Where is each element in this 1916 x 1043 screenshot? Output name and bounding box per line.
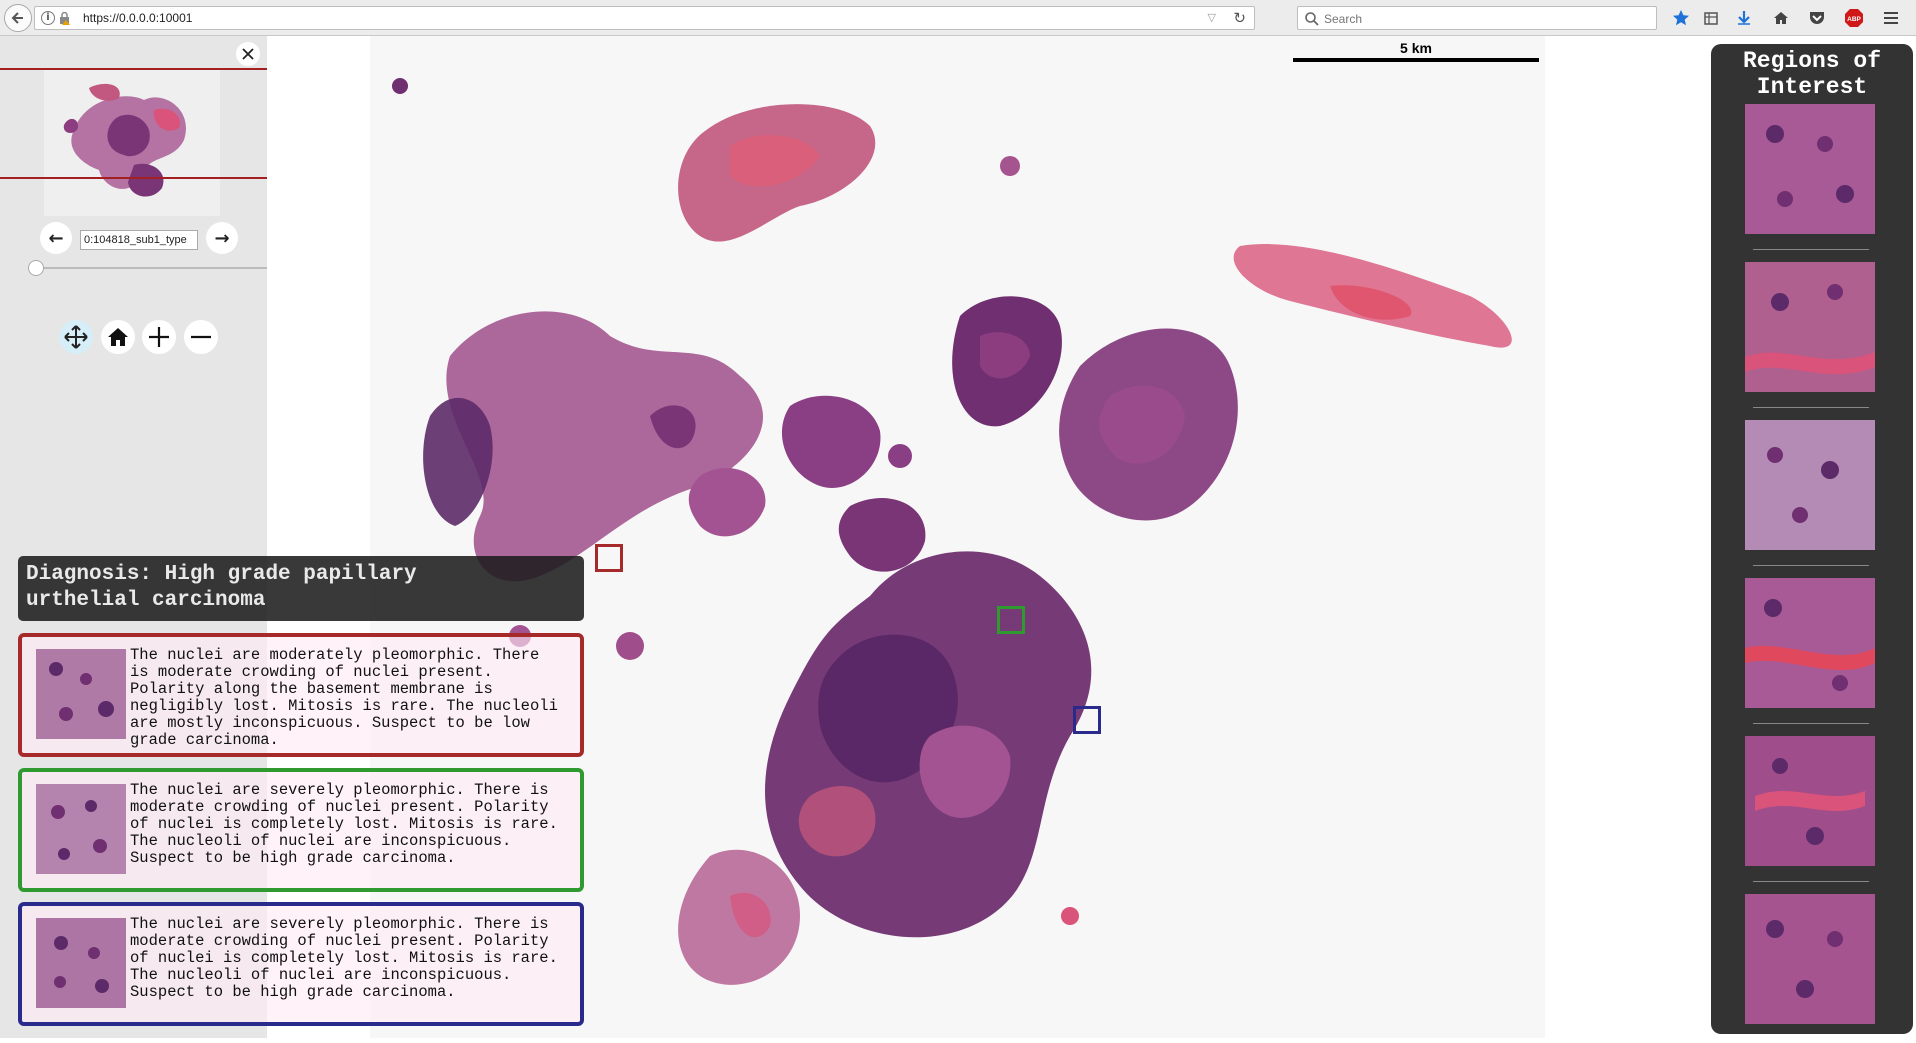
roi-thumbnail[interactable] <box>1745 104 1875 234</box>
zoom-out-button[interactable] <box>184 320 218 354</box>
reload-icon[interactable]: ↻ <box>1233 9 1246 27</box>
bookmark-star-icon[interactable] <box>1670 7 1692 29</box>
roi-thumbnail[interactable] <box>1745 420 1875 550</box>
zoom-slider-track[interactable] <box>34 267 270 269</box>
pocket-icon[interactable] <box>1806 7 1828 29</box>
roi-separator <box>1753 407 1869 408</box>
browser-toolbar: i https://0.0.0.0:10001 ▽ ↻ ABP <box>0 0 1916 36</box>
annotation-thumbnail <box>36 649 126 739</box>
next-slide-button[interactable]: → <box>206 222 238 254</box>
menu-icon[interactable] <box>1880 7 1902 29</box>
scale-line <box>1293 58 1539 62</box>
roi-separator <box>1753 723 1869 724</box>
url-dropdown-icon[interactable]: ▽ <box>1208 11 1216 24</box>
close-icon <box>242 48 254 60</box>
roi-thumbnail[interactable] <box>1745 736 1875 866</box>
annotation-thumbnail <box>36 918 126 1008</box>
roi-panel: Regions of Interest <box>1709 36 1916 1038</box>
annotation-card-green[interactable]: The nuclei are severely pleomorphic. The… <box>18 768 584 892</box>
prev-slide-button[interactable]: ← <box>40 222 72 254</box>
annotation-text: The nuclei are moderately pleomorphic. T… <box>130 646 558 749</box>
search-icon <box>1305 12 1319 26</box>
annotation-thumbnail <box>36 784 126 874</box>
search-input[interactable] <box>1324 10 1644 27</box>
insecure-lock-icon[interactable] <box>59 12 71 25</box>
close-navigator-button[interactable] <box>236 42 260 66</box>
download-icon[interactable] <box>1733 7 1755 29</box>
annotation-card-blue[interactable]: The nuclei are severely pleomorphic. The… <box>18 902 584 1026</box>
scale-label: 5 km <box>1400 40 1432 56</box>
search-bar[interactable] <box>1297 6 1657 30</box>
home-view-button[interactable] <box>101 320 135 354</box>
plus-icon <box>149 327 169 347</box>
roi-thumbnail[interactable] <box>1745 894 1875 1024</box>
roi-panel-inner: Regions of Interest <box>1711 44 1913 1034</box>
slide-thumbnail[interactable] <box>44 70 220 216</box>
navigator-divider-bottom <box>0 177 267 179</box>
slide-id-field[interactable] <box>80 230 198 250</box>
minus-icon <box>191 335 211 339</box>
roi-thumbnail[interactable] <box>1745 578 1875 708</box>
annotation-card-red[interactable]: The nuclei are moderately pleomorphic. T… <box>18 633 584 757</box>
home-icon <box>108 328 128 346</box>
pan-tool-button[interactable] <box>59 320 93 354</box>
annotation-text: The nuclei are severely pleomorphic. The… <box>130 915 558 1001</box>
roi-marker-blue[interactable] <box>1073 706 1101 734</box>
adblock-icon[interactable]: ABP <box>1843 7 1865 29</box>
roi-separator <box>1753 881 1869 882</box>
info-icon[interactable]: i <box>41 11 55 25</box>
home-icon[interactable] <box>1770 7 1792 29</box>
roi-separator <box>1753 565 1869 566</box>
zoom-slider-handle[interactable] <box>28 260 44 276</box>
roi-marker-red[interactable] <box>595 544 623 572</box>
zoom-in-button[interactable] <box>142 320 176 354</box>
url-text[interactable]: https://0.0.0.0:10001 <box>83 11 192 25</box>
library-icon[interactable] <box>1700 7 1722 29</box>
adblock-label: ABP <box>1847 16 1861 23</box>
diagnosis-banner: Diagnosis: High grade papillary urthelia… <box>18 556 584 621</box>
annotation-text: The nuclei are severely pleomorphic. The… <box>130 781 558 867</box>
url-bar[interactable]: i https://0.0.0.0:10001 ▽ ↻ <box>34 6 1255 30</box>
scale-bar: 5 km <box>1293 40 1539 62</box>
back-arrow-icon <box>11 12 23 24</box>
roi-separator <box>1753 249 1869 250</box>
back-button[interactable] <box>4 4 32 32</box>
roi-marker-green[interactable] <box>997 606 1025 634</box>
roi-panel-title: Regions of Interest <box>1742 48 1882 100</box>
roi-thumbnail[interactable] <box>1745 262 1875 392</box>
move-icon <box>64 325 88 349</box>
